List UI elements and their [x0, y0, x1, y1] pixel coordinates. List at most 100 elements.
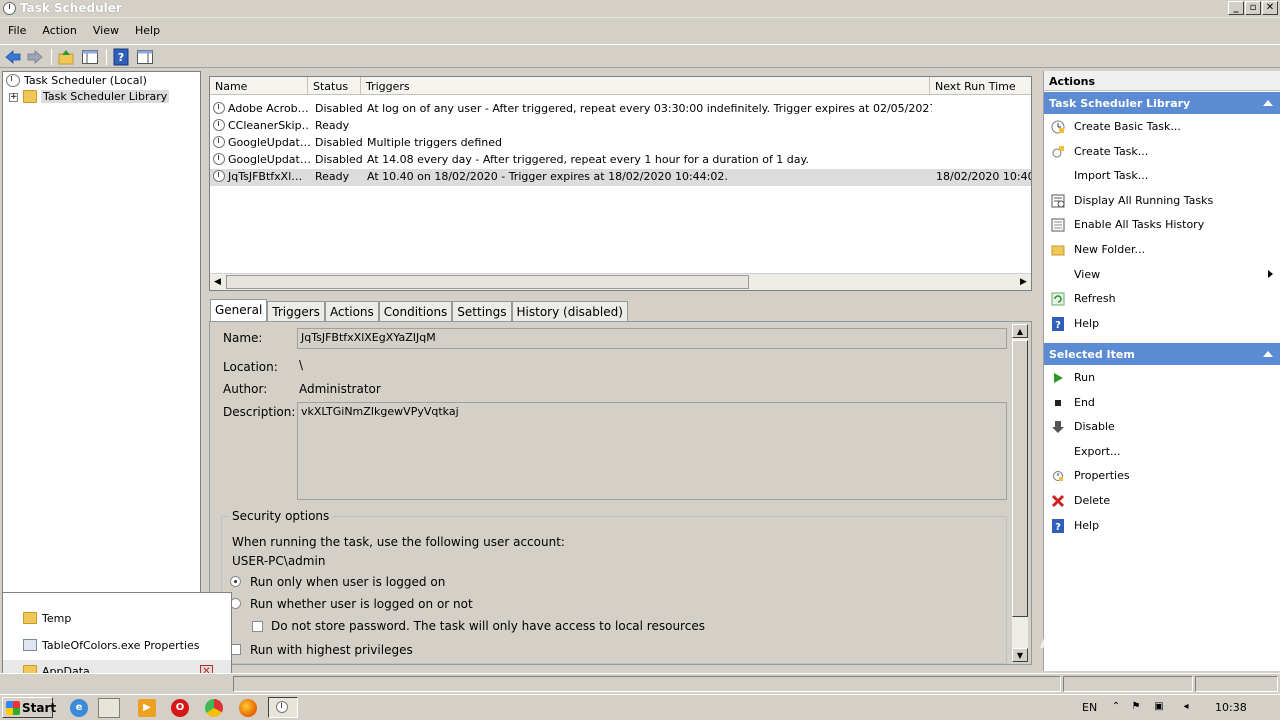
internet-explorer-icon[interactable]: e — [70, 699, 88, 717]
do-not-store-password-checkbox[interactable] — [252, 621, 263, 632]
action-properties[interactable]: Properties — [1044, 465, 1280, 487]
action-new-folder[interactable]: New Folder... — [1044, 239, 1280, 261]
task-name: Adobe Acrob… — [228, 102, 309, 115]
tab-general[interactable]: General — [210, 299, 268, 321]
section-title: Selected Item — [1049, 348, 1135, 361]
action-help[interactable]: ? Help — [1044, 313, 1280, 335]
action-create-basic-task[interactable]: Create Basic Task... — [1044, 116, 1280, 138]
collapse-icon[interactable] — [1263, 100, 1273, 106]
table-row[interactable]: CCleanerSkip… Ready — [210, 118, 1031, 135]
volume-icon[interactable]: ◂ — [1180, 701, 1192, 713]
scroll-thumb[interactable] — [226, 275, 749, 289]
column-header-name[interactable]: Name — [210, 77, 308, 95]
popup-item-temp[interactable]: Temp — [3, 607, 231, 631]
action-label: Create Task... — [1074, 144, 1149, 158]
user-account-value: USER-PC\admin — [232, 554, 326, 568]
cell-next-run-time: 18/02/2020 10:40:0 — [936, 170, 1031, 183]
scroll-right-button[interactable]: ▶ — [1016, 275, 1031, 289]
action-import-task[interactable]: Import Task... — [1044, 165, 1280, 187]
horizontal-scrollbar[interactable]: ◀ ▶ — [210, 273, 1031, 290]
action-help[interactable]: ? Help — [1044, 515, 1280, 537]
action-display-all-running-tasks[interactable]: Display All Running Tasks — [1044, 190, 1280, 212]
action-create-task[interactable]: Create Task... — [1044, 141, 1280, 163]
action-center-flag-icon[interactable]: ⚑ — [1130, 701, 1142, 713]
tab-settings[interactable]: Settings — [452, 301, 512, 321]
menu-file[interactable]: File — [0, 22, 34, 42]
firefox-icon[interactable] — [239, 699, 257, 717]
description-field[interactable]: vkXLTGiNmZIkgewVPyVqtkaj — [297, 402, 1007, 500]
cell-triggers — [362, 118, 932, 135]
start-label: Start — [22, 701, 57, 715]
media-player-icon[interactable]: ▶ — [138, 699, 156, 717]
menu-view[interactable]: View — [85, 22, 127, 42]
history-icon — [1051, 218, 1065, 232]
action-disable[interactable]: Disable — [1044, 416, 1280, 438]
action-label: Run — [1074, 371, 1096, 384]
table-row[interactable]: GoogleUpdat… Disabled Multiple triggers de… — [210, 135, 1031, 152]
tab-conditions[interactable]: Conditions — [378, 301, 453, 321]
back-arrow-icon[interactable] — [4, 48, 22, 66]
tree-item-task-scheduler-library[interactable]: Task Scheduler Library — [23, 89, 170, 105]
task-icon — [213, 136, 225, 148]
show-hide-console-tree-icon[interactable] — [81, 48, 99, 66]
maximize-button[interactable]: ▫ — [1245, 1, 1261, 15]
minimize-button[interactable]: _ — [1228, 1, 1244, 15]
help-icon: ? — [1051, 316, 1065, 331]
opera-icon[interactable]: O — [171, 699, 189, 717]
tab-triggers[interactable]: Triggers — [267, 301, 325, 321]
up-folder-icon[interactable] — [57, 48, 75, 66]
clock[interactable]: 10:38 — [1215, 701, 1247, 714]
scroll-down-button[interactable]: ▼ — [1012, 648, 1028, 662]
table-row[interactable]: Adobe Acrob… Disabled At log on of any use… — [210, 101, 1031, 118]
show-hide-action-pane-icon[interactable] — [136, 48, 154, 66]
column-header-status[interactable]: Status — [308, 77, 361, 95]
show-hidden-icons-icon[interactable]: ⌃ — [1110, 701, 1122, 713]
chrome-icon[interactable] — [205, 699, 223, 717]
help-icon[interactable]: ? — [112, 48, 130, 66]
scroll-up-button[interactable]: ▲ — [1012, 324, 1028, 338]
status-bar — [0, 673, 1280, 693]
vertical-scrollbar[interactable]: ▲ ▼ — [1012, 324, 1028, 662]
table-row[interactable]: GoogleUpdat… Disabled At 14.08 every day -… — [210, 152, 1031, 169]
section-selected-item[interactable]: Selected Item — [1044, 343, 1280, 365]
forward-arrow-icon[interactable] — [26, 48, 44, 66]
tree-item-task-scheduler-local[interactable]: Task Scheduler (Local) — [6, 73, 147, 89]
run-logged-on-radio[interactable] — [230, 576, 241, 587]
column-header-next-run-time[interactable]: Next Run Time — [930, 77, 1031, 95]
popup-item-tableofcolors-properties[interactable]: TableOfColors.exe Properties — [3, 634, 231, 658]
close-button[interactable]: ✕ — [1262, 1, 1278, 15]
tree-item-label: Task Scheduler (Local) — [24, 74, 147, 87]
action-export[interactable]: Export... — [1044, 441, 1280, 463]
action-view[interactable]: View — [1044, 264, 1280, 286]
network-icon[interactable]: ▣ — [1153, 701, 1165, 713]
menu-help[interactable]: Help — [127, 22, 168, 42]
action-refresh[interactable]: Refresh — [1044, 288, 1280, 310]
scroll-thumb[interactable] — [1012, 340, 1028, 617]
collapse-icon[interactable] — [1263, 351, 1273, 357]
run-logged-on-label[interactable]: Run only when user is logged on — [250, 575, 445, 589]
start-button[interactable]: Start — [2, 697, 57, 718]
name-field[interactable]: JqTsJFBtfxXlXEgXYaZIJqM — [297, 328, 1007, 349]
scroll-left-button[interactable]: ◀ — [210, 275, 225, 289]
tab-history[interactable]: History (disabled) — [511, 301, 628, 321]
column-header-triggers[interactable]: Triggers — [361, 77, 930, 95]
cell-triggers: Multiple triggers defined — [367, 136, 502, 149]
cell-name: GoogleUpdat… — [210, 135, 310, 152]
action-delete[interactable]: Delete — [1044, 490, 1280, 512]
expand-toggle[interactable]: + — [9, 93, 18, 102]
run-whether-label[interactable]: Run whether user is logged on or not — [250, 597, 473, 611]
action-run[interactable]: Run — [1044, 367, 1280, 389]
highest-privileges-label[interactable]: Run with highest privileges — [250, 643, 413, 657]
action-enable-all-tasks-history[interactable]: Enable All Tasks History — [1044, 214, 1280, 236]
cell-name: GoogleUpdat… — [210, 152, 310, 169]
action-end[interactable]: End — [1044, 392, 1280, 414]
explorer-icon[interactable] — [98, 698, 120, 718]
properties-icon — [1051, 469, 1065, 483]
table-row[interactable]: JqTsJFBtfxXl… Ready At 10.40 on 18/02/2020… — [210, 169, 1031, 186]
section-task-scheduler-library[interactable]: Task Scheduler Library — [1044, 92, 1280, 114]
language-indicator[interactable]: EN — [1082, 701, 1097, 714]
task-scheduler-taskbar-button[interactable] — [268, 697, 298, 718]
tab-actions[interactable]: Actions — [324, 301, 379, 321]
do-not-store-password-label[interactable]: Do not store password. The task will onl… — [271, 619, 705, 633]
menu-action[interactable]: Action — [34, 22, 84, 42]
